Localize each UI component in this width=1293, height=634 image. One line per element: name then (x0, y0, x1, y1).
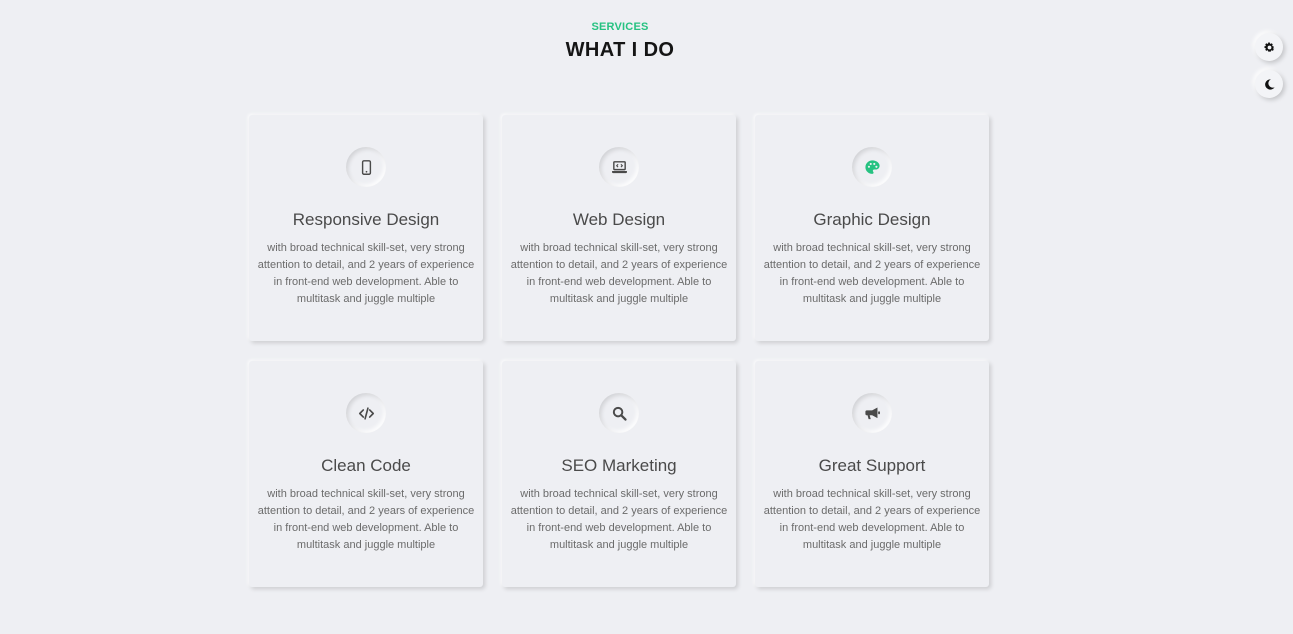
service-card-responsive-design: Responsive Design with broad technical s… (249, 115, 483, 341)
service-description: with broad technical skill-set, very str… (763, 242, 981, 305)
services-grid: Responsive Design with broad technical s… (249, 115, 989, 587)
service-title: Clean Code (321, 456, 411, 475)
service-icon-wrapper (599, 393, 639, 433)
service-card-clean-code: Clean Code with broad technical skill-se… (249, 361, 483, 587)
service-description: with broad technical skill-set, very str… (257, 242, 475, 305)
service-title: Responsive Design (292, 210, 440, 229)
service-card-graphic-design: Graphic Design with broad technical skil… (755, 115, 989, 341)
service-icon-wrapper (599, 147, 639, 187)
palette-icon (864, 159, 880, 174)
service-card-web-design: Web Design with broad technical skill-se… (502, 115, 736, 341)
service-description: with broad technical skill-set, very str… (510, 242, 728, 305)
service-description: with broad technical skill-set, very str… (257, 488, 475, 551)
service-icon-wrapper (852, 147, 892, 187)
service-card-great-support: Great Support with broad technical skill… (755, 361, 989, 587)
service-title: Web Design (572, 210, 666, 229)
code-icon (358, 406, 374, 420)
service-icon-wrapper (852, 393, 892, 433)
service-icon-wrapper (346, 393, 386, 433)
mobile-icon (361, 159, 371, 175)
service-title: Graphic Design (813, 210, 931, 229)
side-controls (1255, 33, 1285, 107)
service-title: SEO Marketing (561, 456, 677, 475)
services-page: SERVICES WHAT I DO Responsive Design wit… (0, 0, 1293, 634)
settings-button[interactable] (1255, 33, 1283, 61)
search-icon (612, 406, 627, 421)
section-title: WHAT I DO (565, 39, 675, 61)
moon-icon (1264, 78, 1275, 90)
service-description: with broad technical skill-set, very str… (510, 488, 728, 551)
service-description: with broad technical skill-set, very str… (763, 488, 981, 551)
service-icon-wrapper (346, 147, 386, 187)
service-title: Great Support (818, 456, 926, 475)
laptop-code-icon (611, 160, 627, 173)
megaphone-icon (864, 406, 880, 419)
service-card-seo-marketing: SEO Marketing with broad technical skill… (502, 361, 736, 587)
theme-toggle-button[interactable] (1255, 70, 1283, 98)
gear-icon (1263, 42, 1275, 52)
section-eyebrow: SERVICES (591, 21, 649, 33)
